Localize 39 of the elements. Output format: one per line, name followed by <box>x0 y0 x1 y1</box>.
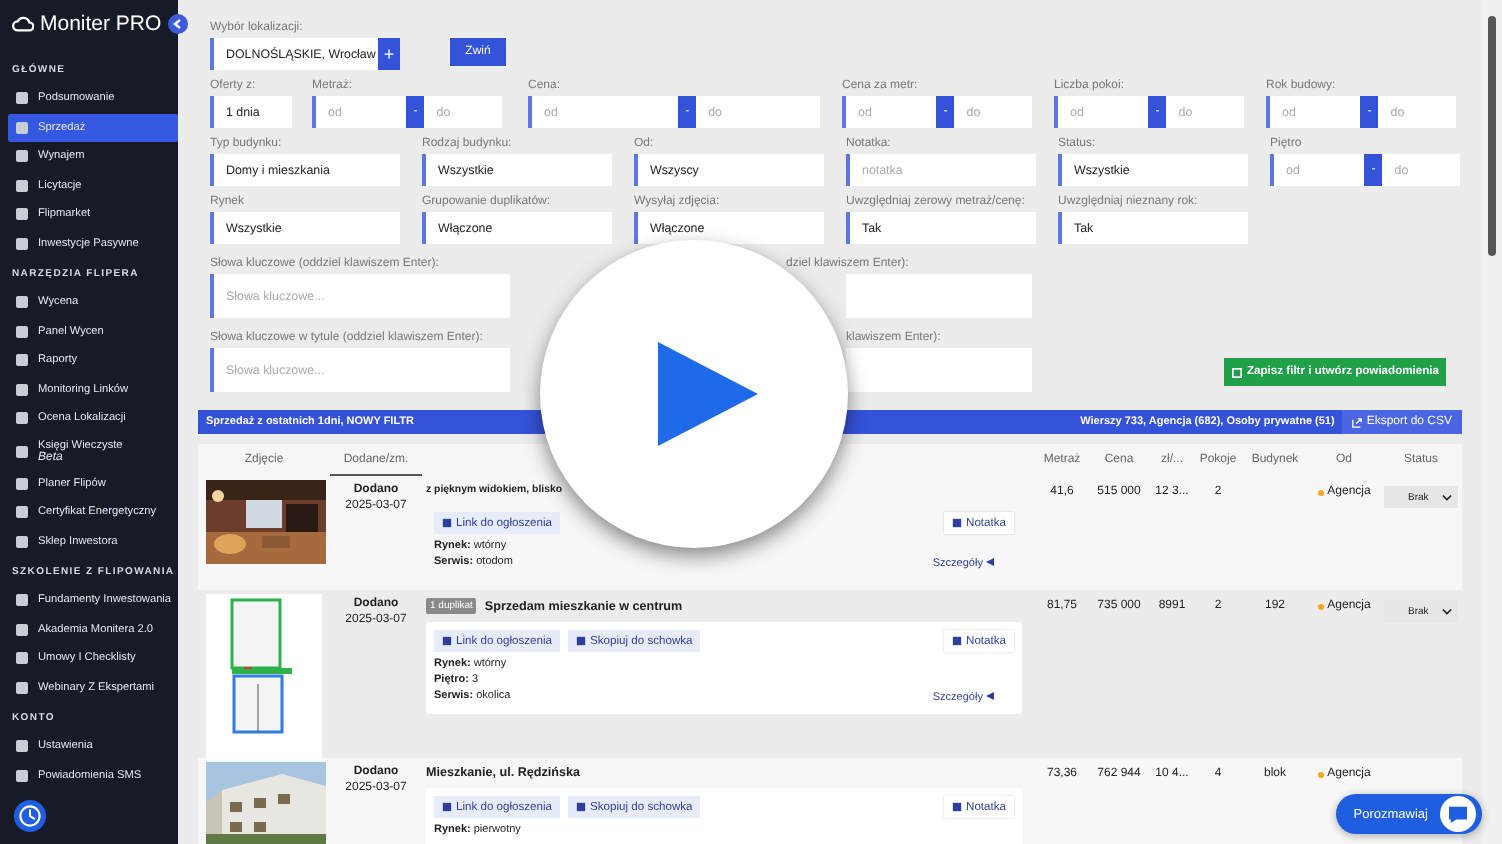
square-icon <box>16 296 28 309</box>
square-icon <box>16 179 28 192</box>
keywords-field[interactable] <box>846 274 1032 318</box>
caret-icon <box>1442 607 1452 615</box>
accessibility-icon[interactable] <box>14 800 46 832</box>
play-icon <box>658 342 758 446</box>
square-icon <box>16 208 28 221</box>
cloud-icon <box>12 15 34 33</box>
square-icon <box>16 740 28 753</box>
arrow-icon <box>986 558 994 566</box>
caret-icon <box>1442 493 1452 501</box>
square-icon <box>16 623 28 636</box>
app-logo: Moniter PRO <box>40 12 162 36</box>
square-icon <box>16 681 28 694</box>
square-icon <box>16 150 28 163</box>
square-icon <box>16 535 28 548</box>
square-icon <box>16 506 28 519</box>
square-icon <box>16 121 28 134</box>
square-icon <box>16 92 28 105</box>
square-icon <box>16 477 28 490</box>
add-button[interactable]: + <box>378 38 400 70</box>
square-icon <box>16 383 28 396</box>
keywords-field[interactable] <box>846 348 1032 392</box>
status-dot-icon <box>1317 603 1324 609</box>
scrollbar[interactable] <box>1482 0 1502 844</box>
square-icon <box>16 325 28 338</box>
square-icon <box>16 769 28 782</box>
collapse-icon[interactable] <box>168 14 188 34</box>
square-icon <box>16 354 28 367</box>
status-dot-icon <box>1317 771 1324 777</box>
square-icon <box>16 412 28 425</box>
arrow-icon <box>986 692 994 700</box>
export-icon <box>1352 417 1363 427</box>
square-icon <box>16 445 28 457</box>
square-icon <box>16 594 28 607</box>
square-icon <box>16 237 28 250</box>
save-icon <box>1231 367 1241 377</box>
square-icon <box>16 652 28 665</box>
status-dot-icon <box>1317 489 1324 495</box>
